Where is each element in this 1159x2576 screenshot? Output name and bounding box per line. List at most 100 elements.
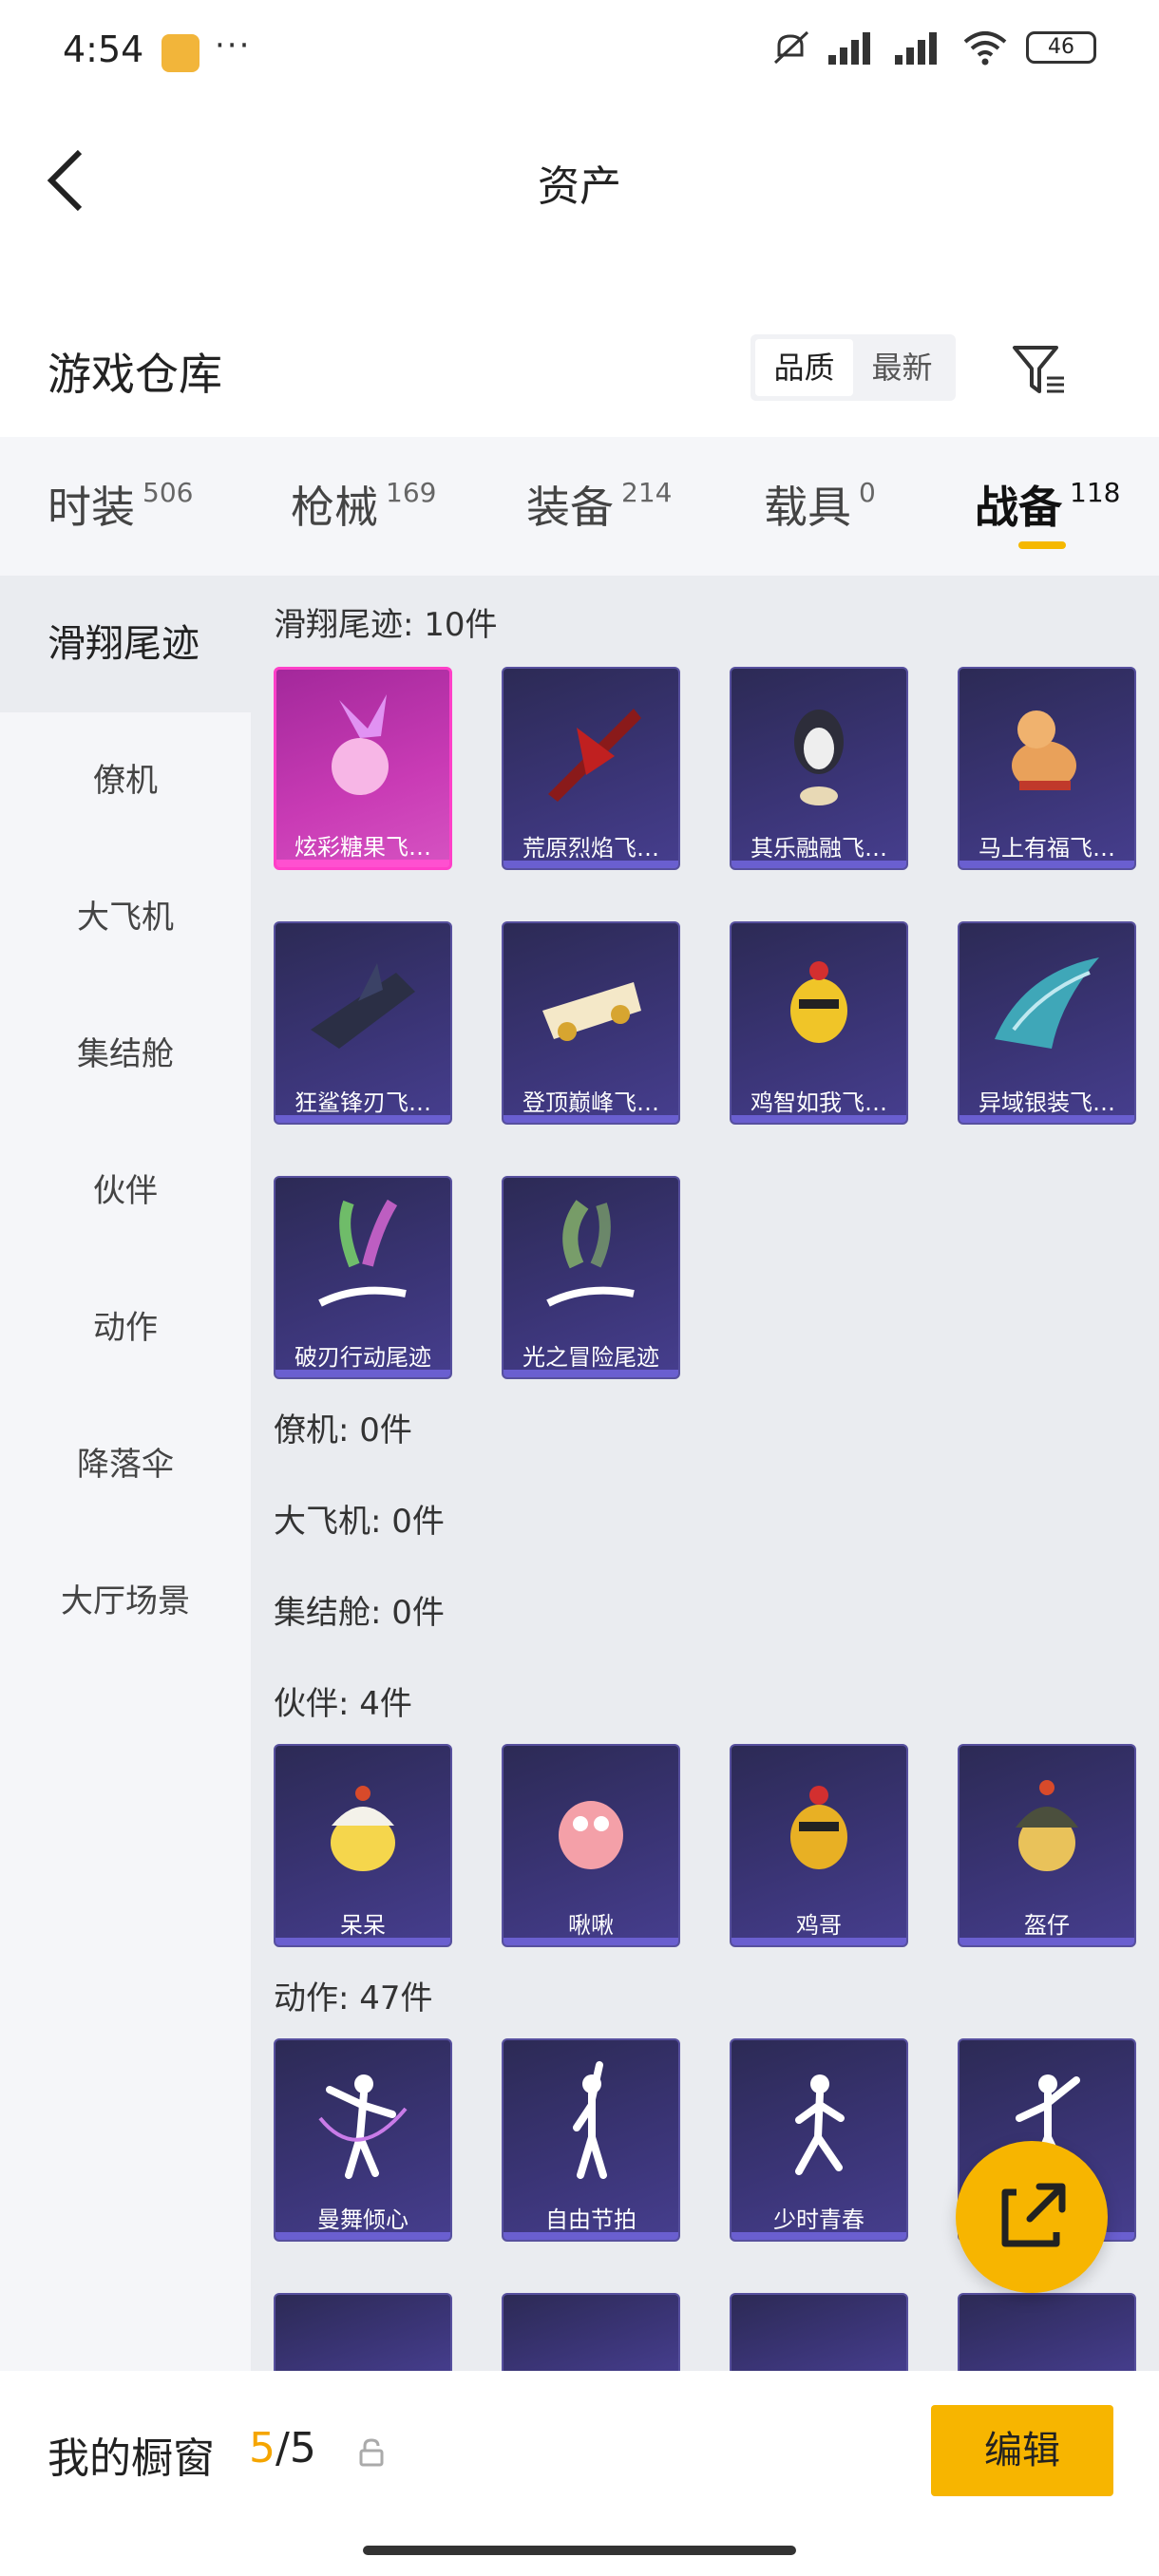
tab-count: 169 — [386, 477, 437, 508]
share-button[interactable] — [956, 2141, 1108, 2293]
jiujiu-partner-art — [559, 1801, 623, 1869]
candy-glider-art — [332, 694, 389, 795]
item-name: 光之冒险尾迹 — [522, 1344, 659, 1371]
item-card[interactable] — [958, 2293, 1136, 2371]
sidebar: 滑翔尾迹 僚机 大飞机 集结舱 伙伴 动作 降落伞 大厅场景 — [0, 576, 251, 2371]
item-card[interactable]: 少时青春 — [730, 2038, 908, 2242]
item-card[interactable]: 光之冒险尾迹 — [502, 1176, 680, 1379]
item-name: 盔仔 — [1024, 1912, 1070, 1939]
item-name: 呆呆 — [340, 1912, 386, 1939]
tab-equipment[interactable]: 装备 214 — [526, 473, 672, 536]
section-title-emote: 动作: 47件 — [274, 1979, 433, 2017]
item-name: 炫彩糖果飞… — [294, 834, 431, 861]
item-card[interactable]: 盔仔 — [958, 1744, 1136, 1947]
chicken-glider-art — [790, 961, 847, 1043]
tab-count: 0 — [859, 477, 876, 508]
tab-label: 载具 — [764, 482, 851, 533]
sort-by-newest[interactable]: 最新 — [853, 339, 951, 396]
signal-icon-2 — [895, 30, 944, 65]
dance-figure-icon — [318, 2074, 408, 2179]
warehouse-header: 游戏仓库 品质 最新 — [0, 323, 1159, 437]
item-card[interactable]: 马上有福飞… — [958, 667, 1136, 870]
light-adventure-trail-art — [546, 1200, 635, 1307]
filter-icon[interactable] — [1009, 340, 1068, 399]
tab-count: 214 — [621, 477, 673, 508]
section-title-big-plane: 大飞机: 0件 — [274, 1503, 445, 1541]
flame-glider-art — [548, 709, 641, 802]
item-card[interactable]: 登顶巅峰飞… — [502, 921, 680, 1125]
sidebar-item-partner[interactable]: 伙伴 — [0, 1123, 251, 1260]
section-title-assembly-pod: 集结舱: 0件 — [274, 1594, 445, 1632]
item-card[interactable] — [502, 2293, 680, 2371]
active-tab-indicator — [1018, 541, 1066, 549]
lock-icon — [359, 2438, 384, 2467]
showcase-total: /5 — [276, 2424, 316, 2472]
status-time: 4:54 — [63, 28, 144, 70]
shark-glider-art — [311, 963, 415, 1049]
item-card[interactable]: 呆呆 — [274, 1744, 452, 1947]
sidebar-item-lobby-scene[interactable]: 大厅场景 — [0, 1533, 251, 1670]
item-name: 啾啾 — [568, 1912, 614, 1939]
item-card[interactable]: 啾啾 — [502, 1744, 680, 1947]
breaker-trail-art — [318, 1199, 407, 1307]
tab-label: 装备 — [526, 482, 614, 533]
sort-toggle: 品质 最新 — [750, 334, 956, 401]
item-card[interactable]: 破刃行动尾迹 — [274, 1176, 452, 1379]
sidebar-item-emote[interactable]: 动作 — [0, 1260, 251, 1396]
showcase-count: 5/5 — [249, 2424, 316, 2472]
item-card[interactable]: 异域银装飞… — [958, 921, 1136, 1125]
home-indicator[interactable] — [363, 2546, 796, 2555]
share-icon — [1001, 2183, 1066, 2247]
battery-indicator: 46 — [1026, 31, 1096, 64]
sort-by-quality[interactable]: 品质 — [755, 339, 853, 396]
section-title-glide-trail: 滑翔尾迹: 10件 — [274, 606, 498, 644]
item-name: 异域银装飞… — [978, 1089, 1115, 1116]
tab-vehicles[interactable]: 载具 0 — [764, 473, 876, 536]
showcase-current: 5 — [249, 2424, 276, 2472]
tab-label: 战备 — [975, 482, 1062, 533]
tab-label: 枪械 — [291, 482, 378, 533]
horse-glider-art — [1012, 710, 1076, 790]
silver-glider-art — [995, 957, 1099, 1049]
item-card[interactable]: 曼舞倾心 — [274, 2038, 452, 2242]
item-card[interactable]: 鸡智如我飞… — [730, 921, 908, 1125]
section-title-wingman: 僚机: 0件 — [274, 1411, 412, 1449]
sidebar-item-wingman[interactable]: 僚机 — [0, 712, 251, 849]
sidebar-item-assembly-pod[interactable]: 集结舱 — [0, 986, 251, 1123]
item-card[interactable]: 其乐融融飞… — [730, 667, 908, 870]
item-card[interactable]: 自由节拍 — [502, 2038, 680, 2242]
status-icons: 46 — [770, 28, 1096, 66]
item-card[interactable]: 荒原烈焰飞… — [502, 667, 680, 870]
item-name: 自由节拍 — [545, 2207, 636, 2233]
summit-glider-art — [542, 982, 641, 1041]
item-card[interactable]: 鸡哥 — [730, 1744, 908, 1947]
tab-battle-prep[interactable]: 战备 118 — [975, 473, 1120, 536]
item-name: 破刃行动尾迹 — [294, 1344, 431, 1371]
status-bar: 4:54 ··· 46 — [0, 0, 1159, 104]
item-name: 其乐融融飞… — [750, 835, 887, 862]
item-name: 鸡哥 — [796, 1912, 842, 1939]
sidebar-item-big-plane[interactable]: 大飞机 — [0, 849, 251, 986]
category-tabs: 时装 506 枪械 169 装备 214 载具 0 战备 118 — [0, 437, 1159, 576]
tab-fashion[interactable]: 时装 506 — [48, 473, 193, 536]
mute-icon — [773, 30, 809, 65]
tab-count: 506 — [142, 477, 194, 508]
item-name: 鸡智如我飞… — [750, 1089, 887, 1116]
sidebar-item-glide-trail[interactable]: 滑翔尾迹 — [0, 576, 251, 712]
item-card[interactable] — [730, 2293, 908, 2371]
item-name: 荒原烈焰飞… — [522, 835, 659, 862]
item-card[interactable] — [274, 2293, 452, 2371]
wifi-icon — [963, 31, 1007, 66]
item-name: 马上有福飞… — [978, 835, 1115, 862]
sidebar-item-parachute[interactable]: 降落伞 — [0, 1396, 251, 1533]
daidai-partner-art — [331, 1786, 395, 1871]
tab-weapons[interactable]: 枪械 169 — [291, 473, 436, 536]
jige-partner-art — [790, 1786, 847, 1869]
signal-icon — [828, 30, 878, 65]
penguin-glider-art — [794, 710, 844, 805]
item-card[interactable]: 狂鲨锋刃飞… — [274, 921, 452, 1125]
item-card[interactable]: 炫彩糖果飞… — [274, 667, 452, 870]
warehouse-title: 游戏仓库 — [48, 349, 222, 400]
edit-button[interactable]: 编辑 — [931, 2405, 1113, 2496]
notification-app-icon — [162, 34, 200, 72]
